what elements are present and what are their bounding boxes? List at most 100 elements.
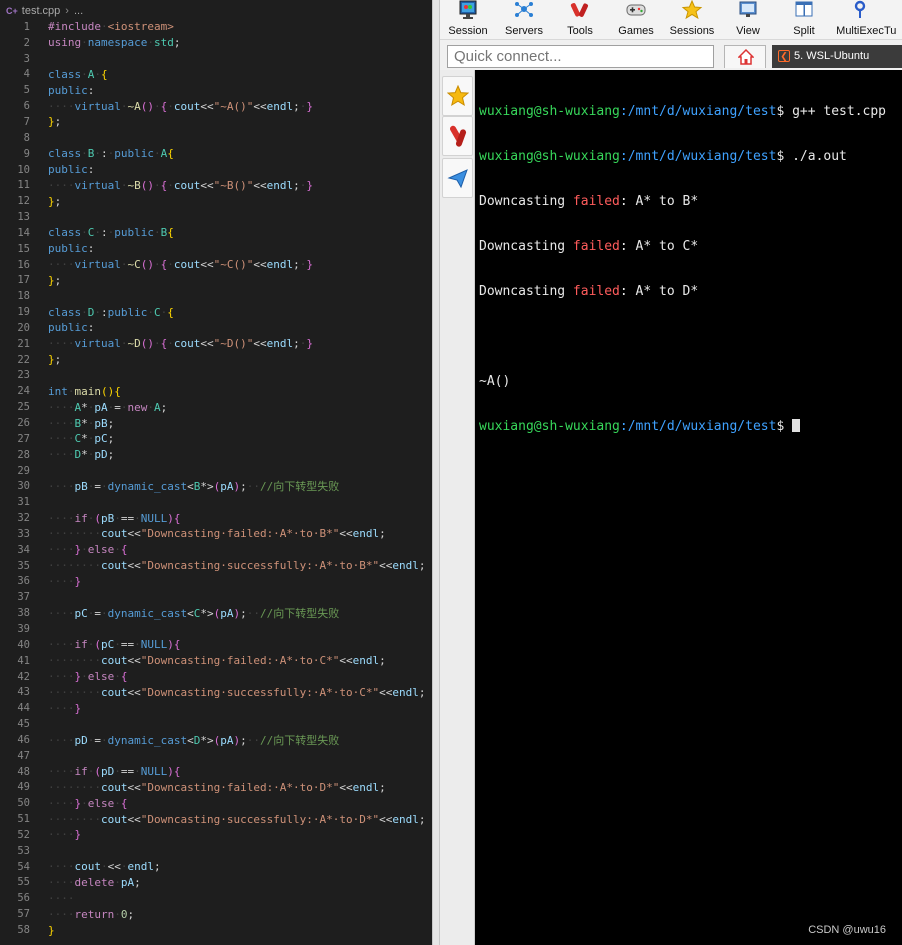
code-line[interactable]: 43 ········cout<<"Downcasting·successfull… xyxy=(0,684,432,700)
terminal[interactable]: wuxiang@sh-wuxiang:/mnt/d/wuxiang/test$ … xyxy=(475,70,902,945)
home-tab[interactable] xyxy=(724,45,766,68)
code-line[interactable]: 24 int·main(){ xyxy=(0,383,432,399)
line-number: 16 xyxy=(17,258,30,271)
code-text: ········cout<<"Downcasting·successfully:… xyxy=(48,559,426,573)
sidebar-tools-button[interactable] xyxy=(442,116,473,156)
code-line[interactable]: 6 ····virtual·~A()·{·cout<<"~A()"<<endl;·… xyxy=(0,98,432,114)
servers-button[interactable]: Servers xyxy=(496,0,552,40)
code-text: class·B·:·public·A{ xyxy=(48,147,174,161)
code-line[interactable]: 30 ····pB·=·dynamic_cast<B*>(pA);··//向下转型… xyxy=(0,478,432,494)
line-number: 18 xyxy=(17,290,30,303)
code-line[interactable]: 15 public: xyxy=(0,241,432,257)
code-line[interactable]: 13 xyxy=(0,209,432,225)
code-line[interactable]: 41 ········cout<<"Downcasting·failed:·A*·… xyxy=(0,653,432,669)
code-line[interactable]: 42 ····}·else·{ xyxy=(0,669,432,685)
session-button[interactable]: Session xyxy=(440,0,496,40)
code-editor[interactable]: C+ test.cpp › ... 1 #include·<iostream> 2 u… xyxy=(0,0,432,945)
multiexec-button[interactable]: MultiExec xyxy=(832,0,888,40)
code-line[interactable]: 53 xyxy=(0,843,432,859)
code-line[interactable]: 38 ····pC·=·dynamic_cast<C*>(pA);··//向下转型… xyxy=(0,605,432,621)
chevron-right-icon: › xyxy=(65,5,69,17)
code-line[interactable]: 40 ····if·(pC·==·NULL){ xyxy=(0,637,432,653)
code-line[interactable]: 10 public: xyxy=(0,162,432,178)
code-line[interactable]: 5 public: xyxy=(0,82,432,98)
code-line[interactable]: 34 ····}·else·{ xyxy=(0,542,432,558)
code-line[interactable]: 2 using·namespace·std; xyxy=(0,35,432,51)
code-text: }; xyxy=(48,273,62,287)
code-line[interactable]: 35 ········cout<<"Downcasting·successfull… xyxy=(0,558,432,574)
code-line[interactable]: 48 ····if·(pD·==·NULL){ xyxy=(0,764,432,780)
code-line[interactable]: 46 ····pD·=·dynamic_cast<D*>(pA);··//向下转型… xyxy=(0,732,432,748)
code-line[interactable]: 31 xyxy=(0,494,432,510)
code-line[interactable]: 45 xyxy=(0,716,432,732)
code-line[interactable]: 44 ····} xyxy=(0,700,432,716)
code-line[interactable]: 3 xyxy=(0,51,432,67)
code-line[interactable]: 29 xyxy=(0,463,432,479)
code-text: ····if·(pB·==·NULL){ xyxy=(48,511,181,525)
code-text: ····pC·=·dynamic_cast<C*>(pA);··//向下转型失败 xyxy=(48,607,340,621)
split-button[interactable]: Split xyxy=(776,0,832,40)
code-line[interactable]: 36 ····} xyxy=(0,574,432,590)
breadcrumb-file[interactable]: test.cpp xyxy=(22,5,61,17)
code-text: ····virtual·~B()·{·cout<<"~B()"<<endl;·} xyxy=(48,178,313,192)
code-line[interactable]: 23 xyxy=(0,368,432,384)
code-line[interactable]: 25 ····A*·pA·=·new·A; xyxy=(0,399,432,415)
session-tab-wsl-ubuntu[interactable]: ❮ 5. WSL-Ubuntu xyxy=(772,45,902,68)
servers-icon xyxy=(515,2,533,17)
code-line[interactable]: 27 ····C*·pC; xyxy=(0,431,432,447)
code-line[interactable]: 47 xyxy=(0,748,432,764)
code-line[interactable]: 14 class·C·:·public·B{ xyxy=(0,225,432,241)
code-line[interactable]: 18 xyxy=(0,288,432,304)
tunneling-button[interactable]: Tu xyxy=(884,0,902,40)
code-line[interactable]: 58} xyxy=(0,922,432,938)
code-area[interactable]: 1 #include·<iostream> 2 using·namespace·std… xyxy=(0,19,432,938)
split-divider[interactable] xyxy=(432,0,440,945)
code-line[interactable]: 49 ········cout<<"Downcasting·failed:·A*·… xyxy=(0,780,432,796)
code-line[interactable]: 17}; xyxy=(0,273,432,289)
code-text: ····}·else·{ xyxy=(48,543,128,557)
code-line[interactable]: 22}; xyxy=(0,352,432,368)
code-text: public: xyxy=(48,163,95,177)
code-line[interactable]: 19 class·D·:public·C·{ xyxy=(0,304,432,320)
line-number: 12 xyxy=(17,195,30,208)
code-line[interactable]: 8 xyxy=(0,130,432,146)
breadcrumb-more[interactable]: ... xyxy=(74,5,83,17)
quick-connect-input[interactable] xyxy=(447,45,714,68)
code-line[interactable]: 55 ····delete·pA; xyxy=(0,875,432,891)
toolbar: Session Servers Tools Games Sessions Vie… xyxy=(440,0,902,40)
code-line[interactable]: 1 #include·<iostream> xyxy=(0,19,432,35)
code-text: ········cout<<"Downcasting·successfully:… xyxy=(48,685,426,699)
code-line[interactable]: 28 ····D*·pD; xyxy=(0,447,432,463)
code-line[interactable]: 50 ····}·else·{ xyxy=(0,795,432,811)
code-line[interactable]: 37 xyxy=(0,589,432,605)
line-number: 58 xyxy=(17,924,30,937)
line-number: 56 xyxy=(17,892,30,905)
code-line[interactable]: 33 ········cout<<"Downcasting·failed:·A*·… xyxy=(0,526,432,542)
code-line[interactable]: 39 xyxy=(0,621,432,637)
code-line[interactable]: 51 ········cout<<"Downcasting·successfull… xyxy=(0,811,432,827)
view-icon xyxy=(739,1,757,17)
code-text: ····} xyxy=(48,828,82,842)
code-text: ····C*·pC; xyxy=(48,432,115,446)
sessions-button[interactable]: Sessions xyxy=(664,0,720,40)
code-line[interactable]: 7}; xyxy=(0,114,432,130)
code-line[interactable]: 11 ····virtual·~B()·{·cout<<"~B()"<<endl;… xyxy=(0,177,432,193)
code-line[interactable]: 52 ····} xyxy=(0,827,432,843)
sidebar-sessions-button[interactable] xyxy=(442,76,473,116)
code-line[interactable]: 12}; xyxy=(0,193,432,209)
code-line[interactable]: 4 class·A·{ xyxy=(0,67,432,83)
code-line[interactable]: 21 ····virtual·~D()·{·cout<<"~D()"<<endl;… xyxy=(0,336,432,352)
view-button[interactable]: View xyxy=(720,0,776,40)
code-line[interactable]: 54 ····cout·<<·endl; xyxy=(0,859,432,875)
code-line[interactable]: 26 ····B*·pB; xyxy=(0,415,432,431)
code-line[interactable]: 20 public: xyxy=(0,320,432,336)
sidebar-send-button[interactable] xyxy=(442,158,473,198)
games-button[interactable]: Games xyxy=(608,0,664,40)
tools-button[interactable]: Tools xyxy=(552,0,608,40)
code-line[interactable]: 32 ····if·(pB·==·NULL){ xyxy=(0,510,432,526)
home-icon xyxy=(738,49,754,65)
code-line[interactable]: 9 class·B·:·public·A{ xyxy=(0,146,432,162)
code-line[interactable]: 56 ···· xyxy=(0,890,432,906)
code-line[interactable]: 57 ····return·0; xyxy=(0,906,432,922)
code-line[interactable]: 16 ····virtual·~C()·{·cout<<"~C()"<<endl;… xyxy=(0,257,432,273)
